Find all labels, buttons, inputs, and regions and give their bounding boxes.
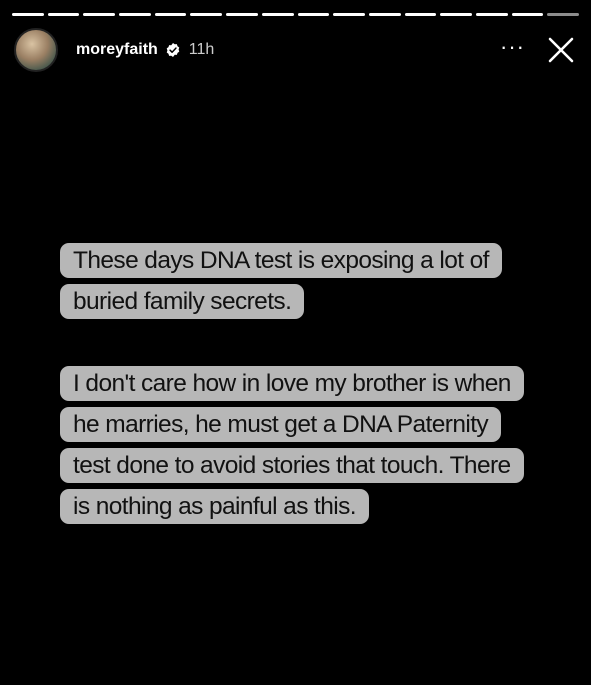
- progress-segment: [297, 13, 330, 16]
- caption-text-2: I don't care how in love my brother is w…: [60, 366, 524, 524]
- progress-segment: [547, 13, 579, 16]
- story-progress-bar: [12, 13, 579, 16]
- progress-segment: [404, 13, 437, 16]
- progress-segment: [333, 13, 365, 16]
- story-text-caption: These days DNA test is exposing a lot of…: [60, 240, 530, 527]
- caption-paragraph-1: These days DNA test is exposing a lot of…: [60, 240, 530, 322]
- progress-segment: [12, 13, 44, 16]
- progress-segment: [154, 13, 187, 16]
- username[interactable]: moreyfaith: [76, 41, 158, 59]
- progress-segment: [83, 13, 116, 16]
- verified-badge-icon: [166, 43, 180, 57]
- caption-paragraph-2: I don't care how in love my brother is w…: [60, 363, 530, 527]
- profile-avatar[interactable]: [14, 28, 58, 72]
- close-icon[interactable]: [547, 36, 575, 64]
- progress-segment: [368, 13, 401, 16]
- progress-segment: [190, 13, 223, 16]
- post-time: 11h: [188, 41, 215, 58]
- progress-segment: [440, 13, 472, 16]
- story-viewer[interactable]: moreyfaith 11h ··· These days DNA test i…: [0, 0, 591, 685]
- progress-segment: [226, 13, 258, 16]
- progress-segment: [511, 13, 544, 16]
- progress-segment: [261, 13, 294, 16]
- progress-segment: [47, 13, 80, 16]
- progress-segment: [119, 13, 151, 16]
- story-header: moreyfaith 11h ···: [14, 28, 577, 72]
- more-options-button[interactable]: ···: [500, 36, 525, 64]
- caption-text-1: These days DNA test is exposing a lot of…: [60, 243, 502, 319]
- progress-segment: [475, 13, 508, 16]
